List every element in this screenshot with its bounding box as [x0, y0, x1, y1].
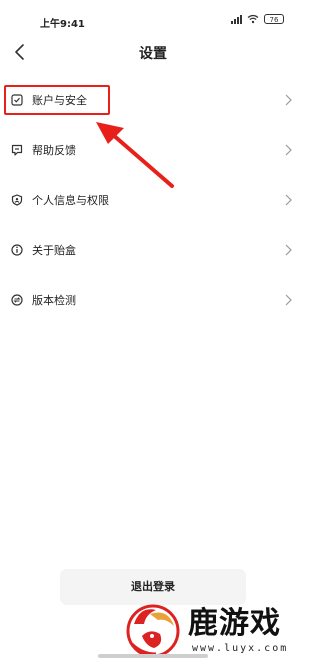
chevron-right-icon	[285, 94, 292, 106]
menu-item-help-feedback[interactable]: 帮助反馈	[0, 125, 306, 175]
menu-item-personal-info[interactable]: 个人信息与权限	[0, 175, 306, 225]
page-title: 设置	[139, 46, 167, 62]
status-bar: 上午9:41 76	[0, 0, 306, 40]
nav-bar: 设置	[0, 36, 306, 68]
info-icon	[11, 244, 23, 256]
menu-label: 帮助反馈	[32, 144, 76, 157]
wifi-icon	[247, 14, 259, 24]
deer-logo-icon	[126, 604, 180, 658]
version-check-icon	[11, 294, 23, 306]
feedback-icon	[11, 144, 23, 156]
shield-check-icon	[11, 94, 23, 106]
status-icons: 76	[231, 14, 284, 24]
settings-menu: 账户与安全 帮助反馈 个人信息与权限 关于贻盒 版本检测	[0, 75, 306, 325]
menu-item-version-check[interactable]: 版本检测	[0, 275, 306, 325]
privacy-icon	[11, 194, 23, 206]
chevron-right-icon	[285, 244, 292, 256]
menu-label: 账户与安全	[32, 94, 87, 107]
signal-icon	[231, 14, 242, 24]
chevron-right-icon	[285, 194, 292, 206]
home-indicator	[98, 654, 208, 658]
watermark-url: www.luyx.com	[192, 643, 289, 654]
chevron-right-icon	[285, 144, 292, 156]
menu-label: 个人信息与权限	[32, 194, 109, 207]
battery-icon: 76	[264, 14, 284, 24]
menu-label: 版本检测	[32, 294, 76, 307]
watermark-text: 鹿游戏	[188, 606, 281, 641]
menu-label: 关于贻盒	[32, 244, 76, 257]
chevron-right-icon	[285, 294, 292, 306]
menu-item-about[interactable]: 关于贻盒	[0, 225, 306, 275]
status-time: 上午9:41	[40, 19, 85, 30]
menu-item-account-security[interactable]: 账户与安全	[0, 75, 306, 125]
